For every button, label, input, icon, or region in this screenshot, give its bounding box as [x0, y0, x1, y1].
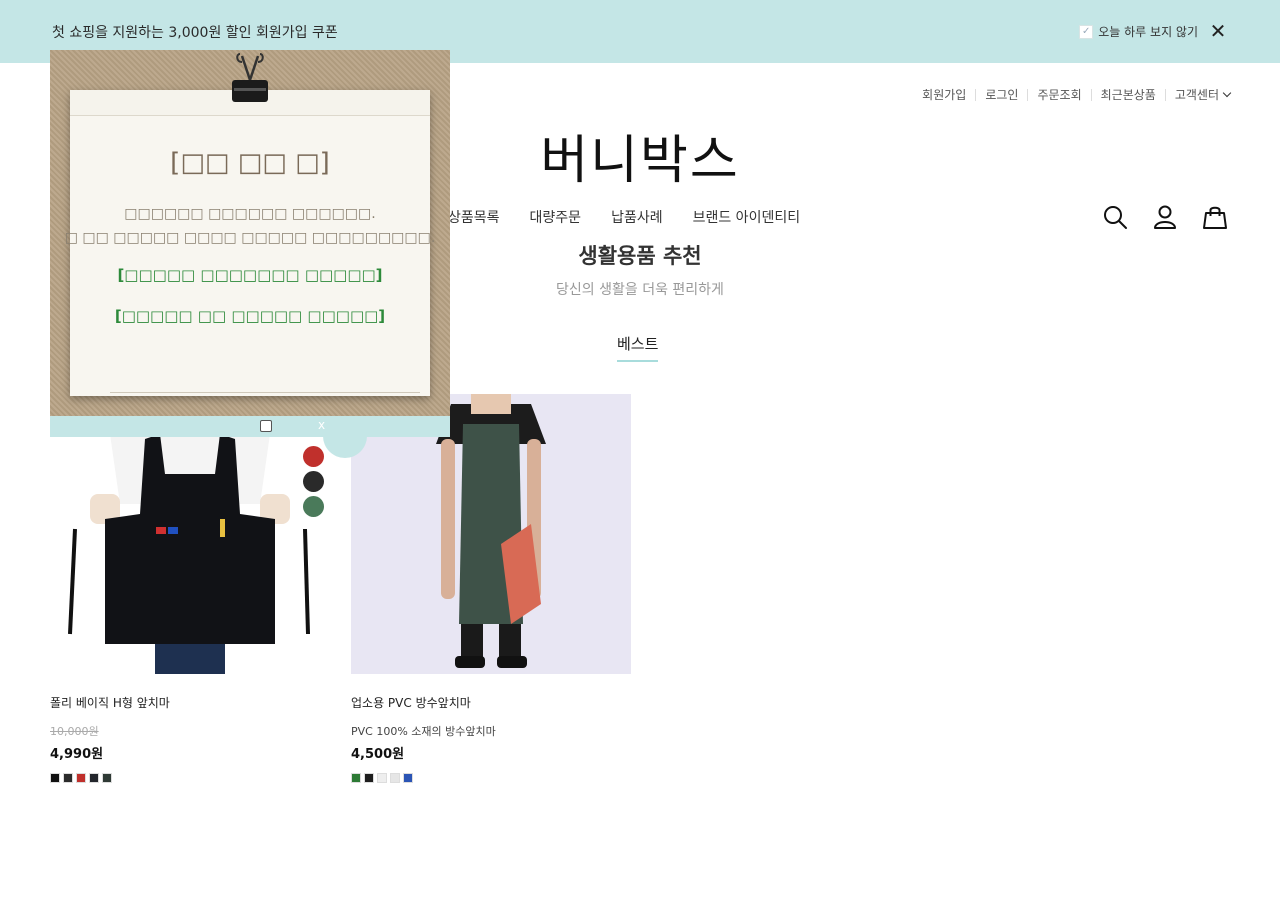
close-icon[interactable]: ✕ — [1208, 20, 1228, 42]
customer-center-label: 고객센터 — [1174, 88, 1219, 102]
checkbox-icon[interactable]: ✓ — [1079, 24, 1094, 39]
hide-today-label: 오늘 하루 보지 않기 — [1098, 25, 1198, 39]
swatch — [403, 773, 413, 783]
nav-item-bulk-order[interactable]: 대량주문 — [530, 207, 582, 227]
popup-link-1[interactable]: [□□□□□ □□□□□□□ □□□□□] — [50, 266, 450, 284]
popup-message-line: □□□□□□ □□□□□□ □□□□□□. — [124, 206, 376, 222]
color-dot-green[interactable] — [303, 496, 324, 517]
main-nav: 상품목록 대량주문 납품사례 브랜드 아이덴티티 — [448, 207, 800, 227]
popup-footer-bar: x — [50, 416, 450, 437]
popup-link-2[interactable]: [□□□□□ □□ □□□□□ □□□□□] — [50, 307, 450, 325]
product-name[interactable]: 폴리 베이직 H형 앞치마 — [50, 694, 330, 711]
swatch — [351, 773, 361, 783]
util-order-lookup-link[interactable]: 주문조회 — [1027, 89, 1090, 101]
util-nav: 회원가입 로그인 주문조회 최근본상품 고객센터 — [913, 88, 1232, 102]
tab-best[interactable]: 베스트 — [617, 333, 659, 362]
coupon-banner-text[interactable]: 첫 쇼핑을 지원하는 3,000원 할인 회원가입 쿠폰 — [52, 22, 338, 42]
swatch — [76, 773, 86, 783]
product-price: 4,990원 — [50, 747, 104, 762]
util-login-link[interactable]: 로그인 — [975, 89, 1027, 101]
swatch — [63, 773, 73, 783]
swatch — [377, 773, 387, 783]
swatch — [50, 773, 60, 783]
product-card[interactable]: 폴리 베이직 H형 앞치마 10,000원 4,990원 — [50, 394, 330, 783]
nav-item-delivery-cases[interactable]: 납품사례 — [611, 207, 663, 227]
product-price: 4,500원 — [351, 747, 405, 762]
color-dots — [303, 446, 324, 517]
search-icon[interactable] — [1102, 204, 1128, 230]
popup-dismiss-checkbox[interactable] — [260, 420, 272, 432]
popup-corkboard: [□□ □□ □] □□□□□□ □□□□□□ □□□□□□. □ □□ □□□… — [50, 50, 450, 416]
popup-message-line: □ □□ □□□□□ □□□□ □□□□□ □□□□□□□□□. — [64, 230, 436, 246]
popup-message: □□□□□□ □□□□□□ □□□□□□. □ □□ □□□□□ □□□□ □□… — [50, 202, 450, 250]
header-icons — [1102, 204, 1228, 230]
nav-item-brand-identity[interactable]: 브랜드 아이덴티티 — [693, 207, 801, 227]
chevron-down-icon — [1222, 88, 1232, 98]
product-swatches — [351, 773, 631, 783]
hide-today-option[interactable]: ✓ 오늘 하루 보지 않기 — [1079, 23, 1198, 40]
swatch — [102, 773, 112, 783]
nav-item-products[interactable]: 상품목록 — [448, 207, 500, 227]
util-recent-items-link[interactable]: 최근본상품 — [1090, 89, 1165, 101]
product-swatches — [50, 773, 330, 783]
swatch — [364, 773, 374, 783]
product-card[interactable]: 업소용 PVC 방수앞치마 PVC 100% 소재의 방수앞치마 4,500원 — [351, 394, 631, 783]
popup-close-button[interactable]: x — [318, 418, 325, 432]
notice-popup: [□□ □□ □] □□□□□□ □□□□□□ □□□□□□. □ □□ □□□… — [50, 50, 450, 458]
product-name[interactable]: 업소용 PVC 방수앞치마 — [351, 694, 631, 711]
swatch — [390, 773, 400, 783]
util-signup-link[interactable]: 회원가입 — [913, 89, 975, 101]
shopping-bag-icon[interactable] — [1202, 204, 1228, 230]
color-dot-red[interactable] — [303, 446, 324, 467]
user-icon[interactable] — [1152, 204, 1178, 230]
color-dot-black[interactable] — [303, 471, 324, 492]
product-original-price: 10,000원 — [50, 725, 99, 738]
paper-divider — [110, 392, 420, 393]
swatch — [89, 773, 99, 783]
product-description: PVC 100% 소재의 방수앞치마 — [351, 725, 496, 738]
util-customer-center[interactable]: 고객센터 — [1164, 88, 1232, 102]
binder-clip-icon — [232, 53, 268, 102]
popup-title: [□□ □□ □] — [170, 148, 330, 178]
